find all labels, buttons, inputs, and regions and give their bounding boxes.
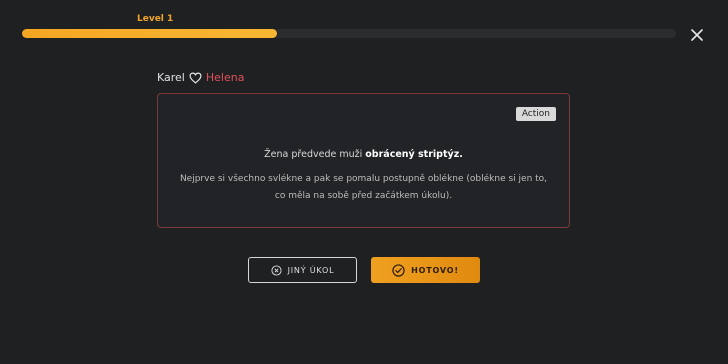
progress-bar [22,29,676,38]
level-label: Level 1 [137,14,174,24]
close-circle-icon [271,264,282,276]
task-detail: Nejprve si všechno svlékne a pak se poma… [179,174,548,201]
other-task-button[interactable]: JINÝ ÚKOL [248,257,357,283]
close-button[interactable] [686,24,708,46]
heart-outline-icon [189,72,202,84]
task-headline: Žena předvede muži obrácený striptýz. [158,149,569,160]
check-circle-icon [392,263,405,277]
close-icon [691,29,703,41]
task-type-badge: Action [515,107,556,121]
task-headline-bold: obrácený striptýz. [365,149,463,160]
player-a-name: Karel [157,71,185,84]
player-b-name: Helena [205,71,245,84]
task-card: Action Žena předvede muži obrácený strip… [157,93,570,228]
player-names: Karel Helena [157,71,244,84]
done-button[interactable]: HOTOVO! [371,257,480,283]
done-label: HOTOVO! [411,265,459,275]
task-headline-text: Žena předvede muži [264,149,366,160]
progress-bar-fill [22,29,278,38]
other-task-label: JINÝ ÚKOL [287,265,335,275]
